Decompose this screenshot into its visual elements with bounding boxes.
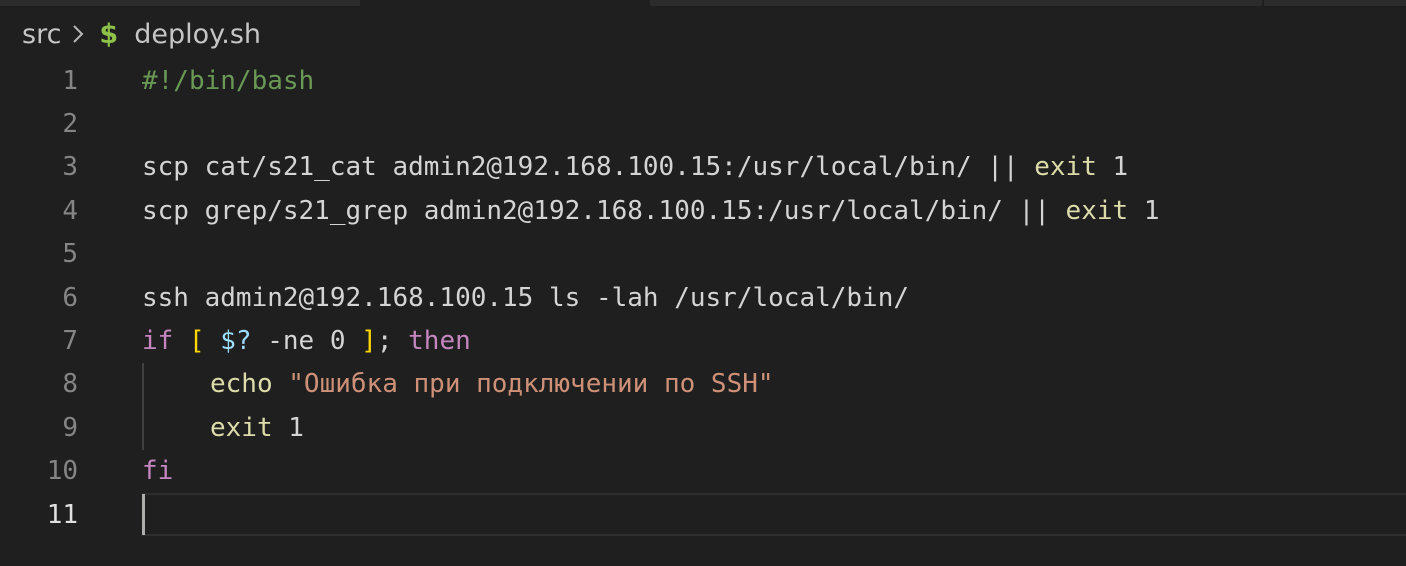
breadcrumb: src $ deploy.sh	[22, 14, 261, 54]
chevron-right-icon	[71, 23, 85, 45]
code-token: exit	[210, 412, 273, 443]
code-token: 1	[272, 412, 304, 443]
code-token: "Ошибка при подключении по SSH"	[288, 369, 774, 400]
tab-left[interactable]	[0, 0, 360, 6]
code-token: then	[408, 326, 471, 357]
line-content: fi	[142, 450, 173, 493]
indent-guide	[142, 362, 144, 450]
code-line[interactable]: 11	[0, 492, 1406, 537]
line-number: 4	[62, 195, 78, 226]
code-token: ]	[361, 326, 377, 357]
tab-middle[interactable]	[650, 0, 1262, 6]
code-line[interactable]: 5	[0, 233, 1406, 276]
code-area[interactable]: 1 #!/bin/bash 2 3 scp cat/s21_cat admin2@192…	[0, 59, 1406, 537]
line-number: 8	[62, 369, 78, 400]
line-content: #!/bin/bash	[142, 59, 314, 102]
code-line[interactable]: 1 #!/bin/bash	[0, 59, 1406, 102]
breadcrumb-folder[interactable]: src	[22, 19, 61, 50]
code-token: #!/bin/bash	[142, 65, 315, 96]
code-token: exit	[1065, 195, 1129, 226]
code-line[interactable]: 4 scp grep/s21_grep admin2@192.168.100.15…	[0, 189, 1406, 232]
line-content: if [ $? -ne 0 ]; then	[142, 319, 471, 362]
line-number: 10	[46, 456, 78, 487]
code-line[interactable]: 3 scp cat/s21_cat admin2@192.168.100.15:/…	[0, 146, 1406, 189]
line-number: 11	[46, 499, 78, 530]
text-cursor	[142, 493, 145, 535]
line-number: 6	[62, 282, 78, 313]
code-token: scp grep/s21_grep admin2@192.168.100.15:…	[142, 195, 1066, 226]
code-line[interactable]: 6 ssh admin2@192.168.100.15 ls -lah /usr/…	[0, 276, 1406, 319]
code-editor[interactable]: src $ deploy.sh 1 #!/bin/bash 2 3 scp cat/s2…	[0, 0, 1406, 566]
line-content: scp grep/s21_grep admin2@192.168.100.15:…	[142, 189, 1159, 232]
tab-strip	[0, 0, 1406, 8]
current-line-highlight	[142, 492, 1406, 537]
line-number: 1	[62, 65, 78, 96]
line-number: 9	[62, 412, 78, 443]
code-token: if	[142, 326, 174, 357]
code-line[interactable]: 9 exit 1	[0, 406, 1406, 449]
code-token: echo	[210, 369, 273, 400]
line-number: 3	[62, 152, 78, 183]
code-token: fi	[142, 456, 174, 487]
line-content: scp cat/s21_cat admin2@192.168.100.15:/u…	[142, 146, 1128, 189]
code-token: -ne 0	[251, 326, 362, 357]
code-token: ssh admin2@192.168.100.15 ls -lah /usr/l…	[142, 282, 910, 313]
code-token: $?	[220, 326, 252, 357]
line-content: ssh admin2@192.168.100.15 ls -lah /usr/l…	[142, 276, 909, 319]
code-token: [	[188, 326, 205, 357]
code-token: exit	[1034, 152, 1097, 183]
code-line[interactable]: 7 if [ $? -ne 0 ]; then	[0, 319, 1406, 362]
code-token: 1	[1128, 195, 1160, 226]
line-content: echo "Ошибка при подключении по SSH"	[142, 363, 774, 406]
line-content: exit 1	[142, 406, 304, 449]
shell-file-icon: $	[99, 18, 119, 50]
line-number: 5	[62, 239, 78, 270]
line-number: 2	[62, 109, 78, 140]
code-line[interactable]: 8 echo "Ошибка при подключении по SSH"	[0, 363, 1406, 406]
code-token: scp cat/s21_cat admin2@192.168.100.15:/u…	[142, 152, 1035, 183]
tab-right[interactable]	[1264, 0, 1406, 6]
code-token: 1	[1096, 152, 1129, 183]
breadcrumb-file[interactable]: deploy.sh	[134, 19, 261, 50]
code-line[interactable]: 10 fi	[0, 450, 1406, 493]
line-number: 7	[62, 326, 78, 357]
code-token: ;	[376, 326, 409, 357]
code-line[interactable]: 2	[0, 102, 1406, 145]
